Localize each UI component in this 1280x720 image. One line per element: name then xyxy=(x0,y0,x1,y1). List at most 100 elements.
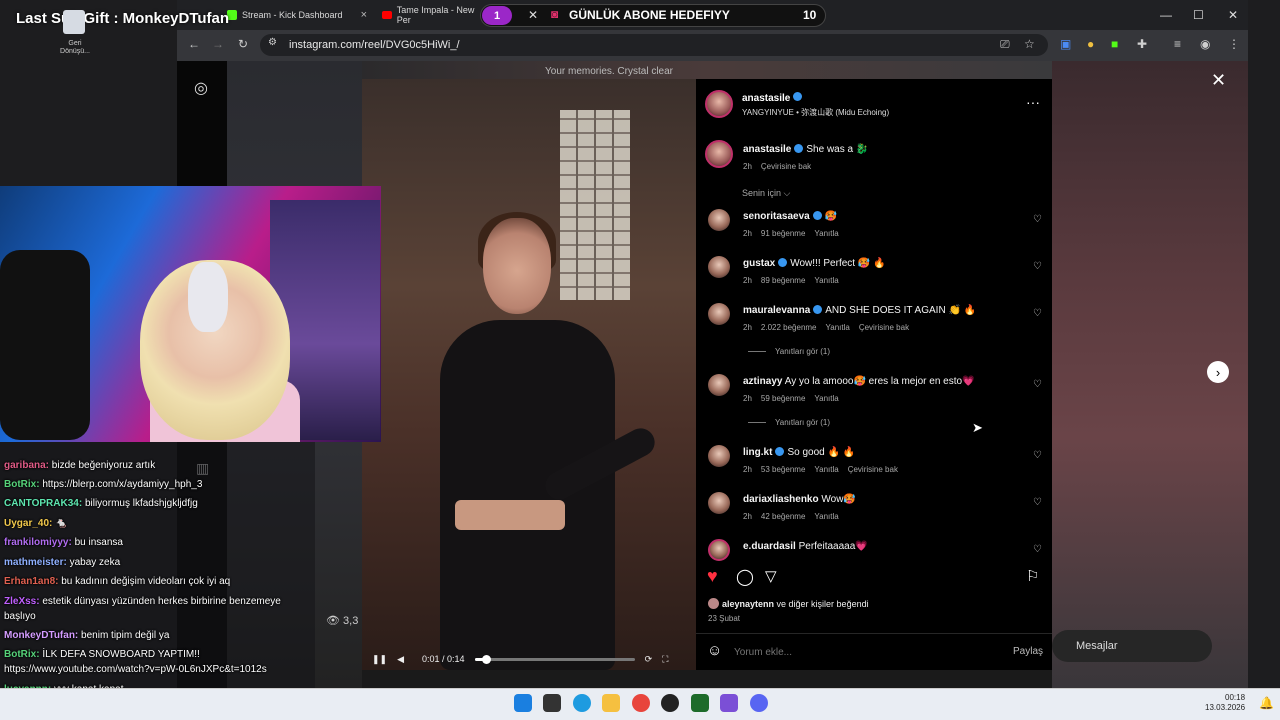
chat-username[interactable]: garibana: xyxy=(4,460,49,471)
reload-icon[interactable]: ↻ xyxy=(238,37,248,51)
commenter-avatar[interactable] xyxy=(708,492,730,514)
comment-like-icon[interactable]: ♡ xyxy=(1033,450,1042,461)
translate-link[interactable]: Çevirisine bak xyxy=(761,162,811,171)
comment-like-icon[interactable]: ♡ xyxy=(1033,214,1042,225)
comment-likes[interactable]: 89 beğenme xyxy=(761,276,805,285)
comment-user[interactable]: aztinayy xyxy=(743,376,782,387)
commenter-avatar[interactable] xyxy=(708,303,730,325)
forward-icon[interactable]: → xyxy=(212,37,224,51)
chat-username[interactable]: Erhan1an8: xyxy=(4,576,58,587)
reply-link[interactable]: Yanıtla xyxy=(814,229,838,238)
post-comment-button[interactable]: Paylaş xyxy=(1013,646,1043,657)
messages-button[interactable]: Mesajlar xyxy=(1052,630,1212,662)
view-replies-link[interactable]: Yanıtları gör (1) xyxy=(748,418,830,427)
loop-icon[interactable]: ⟳ xyxy=(645,654,653,665)
profile-avatar-icon[interactable]: ◉ xyxy=(1200,37,1210,51)
start-windows-icon[interactable] xyxy=(514,694,532,712)
bookmark-star-icon[interactable]: ☆ xyxy=(1024,37,1035,51)
comment-likes[interactable]: 91 beğenme xyxy=(761,229,805,238)
media-icon[interactable]: ≡ xyxy=(1174,37,1181,51)
close-modal-icon[interactable]: ✕ xyxy=(1211,70,1226,91)
cast-icon[interactable]: ⎚ xyxy=(1000,37,1010,52)
back-icon[interactable]: ← xyxy=(188,37,200,51)
save-bookmark-icon[interactable]: ⚐ xyxy=(1026,567,1039,585)
app-icon[interactable] xyxy=(691,694,709,712)
more-menu-icon[interactable]: ⋮ xyxy=(1228,37,1240,51)
more-options-icon[interactable]: ··· xyxy=(1026,94,1040,110)
tab-kick-dashboard[interactable]: Stream - Kick Dashboard × xyxy=(227,4,367,26)
comment-like-icon[interactable]: ♡ xyxy=(1033,497,1042,508)
kick-extension-icon[interactable]: ■ xyxy=(1111,37,1118,51)
emoji-icon[interactable]: ☺ xyxy=(707,642,722,659)
commenter-avatar[interactable] xyxy=(708,445,730,467)
chat-username[interactable]: CANTOPRAK34: xyxy=(4,498,82,509)
comment-user[interactable]: gustax xyxy=(743,258,775,269)
comment-like-icon[interactable]: ♡ xyxy=(1033,544,1042,555)
translate-link[interactable]: Çevirisine bak xyxy=(859,323,909,332)
like-heart-icon[interactable]: ♥ xyxy=(707,566,718,587)
chat-username[interactable]: ZleXss: xyxy=(4,596,40,607)
comment-like-icon[interactable]: ♡ xyxy=(1033,379,1042,390)
comment-likes[interactable]: 53 beğenme xyxy=(761,465,805,474)
close-window-icon[interactable]: ✕ xyxy=(1228,8,1238,22)
commenter-avatar[interactable] xyxy=(708,539,730,561)
minimize-icon[interactable]: — xyxy=(1160,8,1172,22)
notification-icon[interactable]: 🔔 xyxy=(1259,696,1274,710)
view-replies-link[interactable]: Yanıtları gör (1) xyxy=(748,347,830,356)
volume-icon[interactable]: ◀ xyxy=(397,654,404,665)
comment-likes[interactable]: 42 beğenme xyxy=(761,512,805,521)
comment-sort-dropdown[interactable]: Senin için ⌵ xyxy=(742,188,790,199)
file-explorer-icon[interactable] xyxy=(602,694,620,712)
chat-username[interactable]: BotRix: xyxy=(4,649,40,660)
edge-browser-icon[interactable] xyxy=(573,694,591,712)
comment-user[interactable]: ling.kt xyxy=(743,447,772,458)
reply-link[interactable]: Yanıtla xyxy=(814,394,838,403)
chat-username[interactable]: frankilomiyyy: xyxy=(4,537,72,548)
discord-icon[interactable] xyxy=(750,694,768,712)
comment-user[interactable]: e.duardasil xyxy=(743,541,796,552)
comment-user[interactable]: dariaxliashenko xyxy=(743,494,819,505)
reply-link[interactable]: Yanıtla xyxy=(826,323,850,332)
liked-by-rest[interactable]: ve diğer kişiler beğendi xyxy=(774,599,869,609)
address-bar[interactable]: instagram.com/reel/DVG0c5HiWi_/ xyxy=(260,34,1048,56)
translate-extension-icon[interactable]: ▣ xyxy=(1060,37,1071,51)
instagram-logo-icon[interactable]: ◎ xyxy=(194,78,208,98)
comment-like-icon[interactable]: ♡ xyxy=(1033,308,1042,319)
maximize-icon[interactable]: ☐ xyxy=(1193,8,1204,22)
task-view-icon[interactable] xyxy=(543,694,561,712)
comment-user[interactable]: senoritasaeva xyxy=(743,211,810,222)
next-post-button[interactable]: › xyxy=(1207,361,1229,383)
chat-username[interactable]: MonkeyDTufan: xyxy=(4,630,78,641)
reply-link[interactable]: Yanıtla xyxy=(814,512,838,521)
app-icon[interactable] xyxy=(720,694,738,712)
obs-icon[interactable] xyxy=(661,694,679,712)
translate-link[interactable]: Çevirisine bak xyxy=(848,465,898,474)
author-avatar[interactable] xyxy=(705,90,733,118)
chrome-browser-icon[interactable] xyxy=(632,694,650,712)
comment-likes[interactable]: 59 beğenme xyxy=(761,394,805,403)
video-progress-bar[interactable] xyxy=(474,654,635,664)
reply-link[interactable]: Yanıtla xyxy=(814,276,838,285)
comment-input[interactable] xyxy=(734,644,994,660)
comment-likes[interactable]: 2.022 beğenme xyxy=(761,323,817,332)
liker-name[interactable]: aleynaytenn xyxy=(722,599,774,609)
taskbar-clock[interactable]: 00:18 13.03.2026 xyxy=(1205,693,1245,713)
comment-like-icon[interactable]: ♡ xyxy=(1033,261,1042,272)
caption-user[interactable]: anastasile xyxy=(743,144,791,155)
site-info-icon[interactable]: ⚙ xyxy=(268,37,277,48)
commenter-avatar[interactable] xyxy=(708,374,730,396)
extension-icon[interactable]: ● xyxy=(1087,37,1094,51)
pause-icon[interactable]: ❚❚ xyxy=(372,654,387,665)
chat-username[interactable]: BotRix: xyxy=(4,479,40,490)
reply-link[interactable]: Yanıtla xyxy=(814,465,838,474)
extensions-puzzle-icon[interactable]: ✚ xyxy=(1137,37,1147,51)
comment-icon[interactable]: ◯ xyxy=(736,567,754,587)
chat-username[interactable]: Uygar_40: xyxy=(4,518,52,529)
commenter-avatar[interactable] xyxy=(708,209,730,231)
recycle-bin-icon[interactable] xyxy=(63,10,85,34)
comment-user[interactable]: mauralevanna xyxy=(743,305,810,316)
fullscreen-icon[interactable]: ⛶ xyxy=(662,654,668,665)
commenter-avatar[interactable] xyxy=(708,256,730,278)
caption-avatar[interactable] xyxy=(705,140,733,168)
chat-username[interactable]: mathmeister: xyxy=(4,557,67,568)
